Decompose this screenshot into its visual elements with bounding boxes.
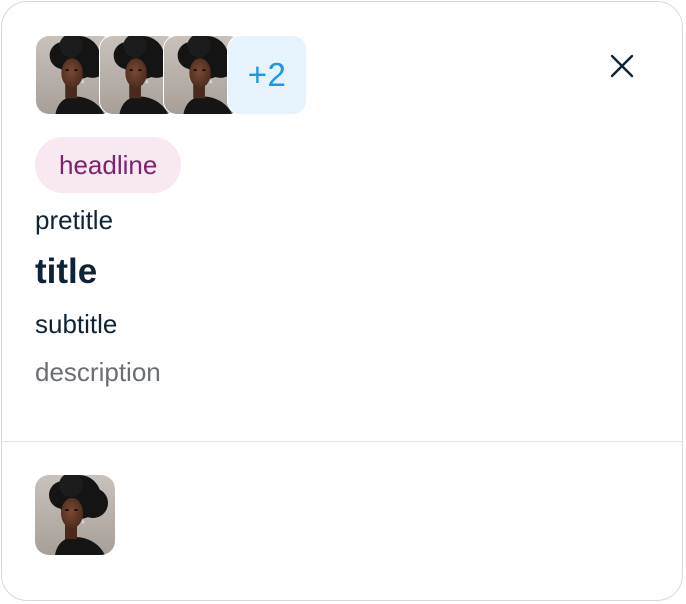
description: description [35, 357, 161, 387]
close-icon [610, 54, 634, 78]
card: +2 headline pretitle title subtitle desc… [1, 1, 683, 601]
pretitle: pretitle [35, 205, 114, 235]
close-button[interactable] [600, 44, 644, 88]
card-title: title [35, 252, 98, 291]
avatar-group: +2 [35, 35, 315, 115]
headline-tag: headline [35, 137, 182, 193]
divider [2, 441, 682, 442]
footer-avatar[interactable] [35, 475, 115, 555]
portrait-image [35, 475, 115, 555]
headline-label: headline [59, 149, 158, 180]
more-count-label: +2 [247, 56, 287, 93]
subtitle: subtitle [35, 309, 118, 339]
more-avatars-badge[interactable]: +2 [227, 35, 307, 115]
